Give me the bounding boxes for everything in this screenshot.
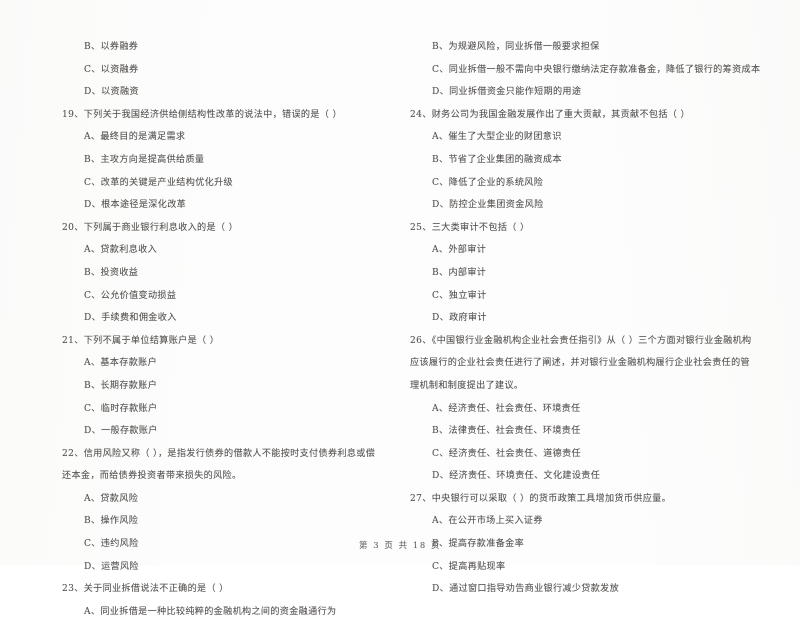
option-item: C、降低了企业的系统风险 — [432, 177, 544, 188]
option-item: D、同业拆借资金只能作短期的用途 — [432, 87, 582, 98]
option-item: A、贷款利息收入 — [84, 245, 158, 256]
question-stem: 22、信用风险又称（ ），是指发行债券的借款人不能按时支付债券利息或偿还本金，而… — [62, 448, 376, 482]
option-item: A、基本存款账户 — [84, 358, 158, 369]
option-item: C、独立审计 — [432, 290, 487, 301]
option-item: B、内部审计 — [432, 267, 487, 278]
option-item: D、经济责任、环境责任、文化建设责任 — [432, 471, 601, 482]
option-item: B、以券融券 — [84, 42, 139, 52]
option-item: D、以资融资 — [84, 87, 139, 98]
page-footer: 第 3 页 共 18 页 — [359, 540, 441, 550]
question-stem: 20、下列属于商业银行利息收入的是（ ） — [62, 222, 239, 233]
option-item: B、操作风险 — [84, 516, 139, 527]
option-item: D、根本途径是深化改革 — [84, 200, 187, 211]
question-stem: 26、《中国银行业金融机构企业社会责任指引》从（ ）三个方面对银行业金融机构应该… — [410, 335, 752, 391]
question-26: 26、《中国银行业金融机构企业社会责任指引》从（ ）三个方面对银行业金融机构应该… — [410, 330, 752, 488]
continued-question-options-right: B、为规避风险，同业拆借一般要求担保 C、同业拆借一般不需向中央银行缴纳法定存款… — [410, 36, 761, 104]
question-stem: 25、三大类审计不包括（ ） — [410, 222, 530, 233]
question-24: 24、财务公司为我国金融发展作出了重大贡献，其贡献不包括（ ） A、催生了大型企… — [410, 104, 752, 217]
option-item: B、为规避风险，同业拆借一般要求担保 — [432, 42, 600, 52]
option-item: D、运营风险 — [84, 561, 139, 572]
continued-question-options-left: B、以券融券 C、以资融券 D、以资融资 — [62, 36, 382, 104]
question-stem: 19、下列关于我国经济供给侧结构性改革的说法中，错误的是（ ） — [62, 109, 342, 120]
option-item: A、同业拆借是一种比较纯粹的金融机构之间的资金融通行为 — [84, 606, 337, 617]
option-item: A、经济责任、社会责任、环境责任 — [432, 403, 581, 414]
option-item: D、政府审计 — [432, 313, 487, 324]
option-item: C、以资融券 — [84, 64, 139, 75]
option-item: C、临时存款账户 — [84, 403, 158, 414]
question-21: 21、下列不属于单位结算账户是（ ） A、基本存款账户 B、长期存款账户 C、临… — [62, 330, 382, 443]
option-item: D、手续费和佣金收入 — [84, 313, 177, 324]
question-19: 19、下列关于我国经济供给侧结构性改革的说法中，错误的是（ ） A、最终目的是满… — [62, 104, 382, 217]
question-20: 20、下列属于商业银行利息收入的是（ ） A、贷款利息收入 B、投资收益 C、公… — [62, 217, 382, 330]
right-column: B、为规避风险，同业拆借一般要求担保 C、同业拆借一般不需向中央银行缴纳法定存款… — [400, 36, 800, 623]
option-item: D、一般存款账户 — [84, 426, 158, 437]
option-item: B、法律责任、社会责任、环境责任 — [432, 426, 581, 437]
option-item: C、经济责任、社会责任、道德责任 — [432, 448, 581, 459]
option-item: D、通过窗口指导劝告商业银行减少贷款发放 — [432, 584, 620, 595]
option-item: C、同业拆借一般不需向中央银行缴纳法定存款准备金，降低了银行的筹资成本 — [432, 64, 761, 75]
left-column: B、以券融券 C、以资融券 D、以资融资 19、下列关于我国经济供给侧结构性改革… — [0, 36, 400, 623]
option-item: B、长期存款账户 — [84, 380, 158, 391]
question-25: 25、三大类审计不包括（ ） A、外部审计 B、内部审计 C、独立审计 D、政府… — [410, 217, 752, 330]
option-item: C、公允价值变动损益 — [84, 290, 177, 301]
option-item: D、防控企业集团资金风险 — [432, 200, 544, 211]
option-item: A、在公开市场上买入证券 — [432, 516, 543, 527]
option-item: C、改革的关键是产业结构优化升级 — [84, 177, 233, 188]
option-item: A、贷款风险 — [84, 493, 139, 504]
question-stem: 27、中央银行可以采取（ ）的货币政策工具增加货币供应量。 — [410, 493, 672, 504]
question-stem: 24、财务公司为我国金融发展作出了重大贡献，其贡献不包括（ ） — [410, 109, 690, 120]
exam-page: B、以券融券 C、以资融券 D、以资融资 19、下列关于我国经济供给侧结构性改革… — [0, 0, 800, 617]
two-column-body: B、以券融券 C、以资融券 D、以资融资 19、下列关于我国经济供给侧结构性改革… — [0, 36, 800, 623]
option-item: C、提高再贴现率 — [432, 561, 506, 572]
option-item: A、最终目的是满足需求 — [84, 132, 186, 143]
option-item: B、投资收益 — [84, 267, 139, 278]
question-stem: 21、下列不属于单位结算账户是（ ） — [62, 335, 220, 346]
question-22: 22、信用风险又称（ ），是指发行债券的借款人不能按时支付债券利息或偿还本金，而… — [62, 443, 382, 579]
question-stem: 23、关于同业拆借说法不正确的是（ ） — [62, 584, 229, 595]
option-item: A、催生了大型企业的财团意识 — [432, 132, 562, 143]
option-item: B、主攻方向是提高供给质量 — [84, 154, 205, 165]
question-23: 23、关于同业拆借说法不正确的是（ ） A、同业拆借是一种比较纯粹的金融机构之间… — [62, 578, 382, 623]
option-item: A、外部审计 — [432, 245, 487, 256]
option-item: B、节省了企业集团的融资成本 — [432, 154, 562, 165]
